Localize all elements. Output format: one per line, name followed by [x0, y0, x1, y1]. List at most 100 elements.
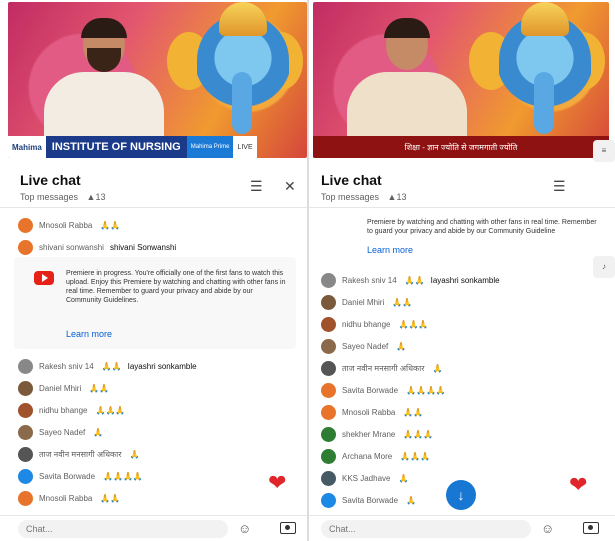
avatar [18, 239, 33, 255]
message-emoji: 🙏🙏 [100, 220, 121, 230]
notice-text: Premiere in progress. You're officially … [66, 270, 286, 304]
video-player[interactable]: Mahima INSTITUTE OF NURSING Mahima Prime… [8, 2, 307, 158]
message-text: Iayashri sonkamble [127, 361, 197, 371]
chat-message: Archana More 🙏🙏🙏 [321, 445, 430, 467]
super-chat-icon[interactable] [583, 522, 599, 534]
message-emoji: 🙏 [406, 495, 416, 505]
message-text: shivani Sonwanshi [109, 242, 177, 252]
chat-mode-selector[interactable]: Top messages ▲13 [20, 192, 105, 202]
viewer-count: ▲13 [387, 192, 407, 202]
emoji-icon[interactable]: ☺ [541, 521, 554, 536]
avatar [18, 380, 33, 396]
avatar [321, 492, 336, 508]
avatar [18, 217, 33, 233]
message-emoji: 🙏🙏🙏 [400, 451, 431, 461]
chat-mode-label: Top messages [20, 192, 79, 202]
learn-more-link[interactable]: Learn more [367, 245, 413, 255]
menu-icon[interactable]: ☰ [250, 178, 263, 195]
chat-message: KKS Jadhave 🙏 [321, 467, 408, 489]
avatar [18, 424, 33, 440]
message-emoji: 🙏 [432, 363, 443, 373]
chat-message: Mnosoli Rabba 🙏🙏 [18, 487, 120, 509]
chat-message: Mnosoli Rabba 🙏🙏 [18, 214, 120, 236]
close-icon[interactable]: ✕ [284, 178, 296, 195]
chat-header: Live chat Top messages ▲13 ☰ ✕ [0, 168, 307, 208]
message-author: Sayeo Nadef [342, 341, 389, 351]
video-banner: Mahima INSTITUTE OF NURSING Mahima Prime… [8, 136, 307, 158]
chat-message: ताज नवीन मनसागी अधिकार 🙏 [321, 357, 442, 379]
message-author: Sayeo Nadef [39, 427, 86, 437]
message-author: ताज नवीन मनसागी अधिकार [39, 449, 122, 459]
chat-mode-label: Top messages [321, 192, 380, 202]
ganesha-trunk [232, 72, 252, 134]
ganesha-trunk [534, 72, 554, 134]
message-author: Rakesh sniv 14 [342, 275, 397, 285]
chat-input-bar: ☺ [0, 515, 307, 541]
super-chat-icon[interactable] [280, 522, 296, 534]
message-emoji: 🙏🙏 [392, 297, 413, 307]
chat-header: Live chat Top messages ▲13 ☰ [309, 168, 615, 208]
message-emoji: 🙏🙏 [403, 407, 424, 417]
right-stream-panel: शिक्षा - ज्ञान ज्योति से जगमगाती ज्योति … [309, 0, 615, 541]
message-author: Daniel Mhiri [39, 383, 82, 393]
message-emoji: 🙏🙏🙏 [398, 319, 429, 329]
youtube-icon [34, 271, 54, 285]
avatar [321, 316, 336, 332]
video-player[interactable]: शिक्षा - ज्ञान ज्योति से जगमगाती ज्योति [313, 2, 609, 158]
menu-icon[interactable]: ☰ [553, 178, 566, 195]
message-author: Rakesh sniv 14 [39, 361, 94, 371]
chat-input[interactable] [18, 520, 228, 538]
banner-live: LIVE [233, 136, 257, 158]
chat-message: nidhu bhange 🙏🙏🙏 [321, 313, 428, 335]
avatar [321, 360, 336, 376]
chat-message: Savita Borwade 🙏🙏🙏🙏 [321, 379, 446, 401]
message-author: Mnosoli Rabba [39, 493, 93, 503]
avatar [321, 272, 336, 288]
banner-title: शिक्षा - ज्ञान ज्योति से जगमगाती ज्योति [313, 136, 609, 158]
message-author: nidhu bhange [39, 405, 88, 415]
heart-reaction-icon[interactable]: ❤ [569, 472, 587, 498]
message-author: Mnosoli Rabba [39, 220, 93, 230]
emoji-icon[interactable]: ☺ [238, 521, 251, 536]
message-author: Mnosoli Rabba [342, 407, 396, 417]
avatar [18, 402, 33, 418]
avatar [321, 426, 336, 442]
message-author: Daniel Mhiri [342, 297, 385, 307]
side-handle-icon[interactable]: ≡ [593, 140, 615, 162]
avatar [321, 470, 336, 486]
message-author: Savita Borwade [342, 385, 399, 395]
heart-reaction-icon[interactable]: ❤ [268, 470, 286, 496]
music-icon[interactable]: ♪ [593, 256, 615, 278]
message-emoji: 🙏🙏 [404, 275, 425, 285]
avatar [18, 490, 33, 506]
message-author: nidhu bhange [342, 319, 391, 329]
chat-mode-selector[interactable]: Top messages ▲13 [321, 192, 406, 202]
message-emoji: 🙏 [398, 473, 409, 483]
message-author: shivani sonwanshi [39, 242, 104, 252]
chat-message: Rakesh sniv 14 🙏🙏 Iayashri sonkamble [18, 355, 197, 377]
message-author: ताज नवीन मनसागी अधिकार [342, 363, 425, 373]
avatar [18, 468, 33, 484]
avatar [321, 294, 336, 310]
avatar [321, 404, 336, 420]
banner-logo: Mahima [8, 136, 46, 158]
notice-text: Premiere by watching and chatting with o… [367, 219, 597, 235]
chat-message: shekher Mrane 🙏🙏🙏 [321, 423, 433, 445]
message-emoji: 🙏🙏 [100, 493, 121, 503]
chat-message: nidhu bhange 🙏🙏🙏 [18, 399, 125, 421]
learn-more-link[interactable]: Learn more [66, 329, 112, 339]
message-emoji: 🙏 [93, 427, 104, 437]
message-emoji: 🙏🙏🙏🙏 [406, 385, 446, 395]
message-emoji: 🙏🙏🙏 [403, 429, 434, 439]
message-author: shekher Mrane [342, 429, 396, 439]
scroll-down-button[interactable]: ↓ [446, 480, 476, 510]
chat-message: Mnosoli Rabba 🙏🙏 [321, 401, 423, 423]
message-emoji: 🙏🙏 [89, 383, 110, 393]
message-text: Iayashri sonkamble [430, 275, 500, 285]
avatar [321, 448, 336, 464]
chat-title: Live chat [321, 172, 382, 188]
chat-message: Savita Borwade 🙏 [321, 489, 416, 511]
viewer-count: ▲13 [86, 192, 106, 202]
chat-input[interactable] [321, 520, 531, 538]
message-emoji: 🙏 [396, 341, 407, 351]
